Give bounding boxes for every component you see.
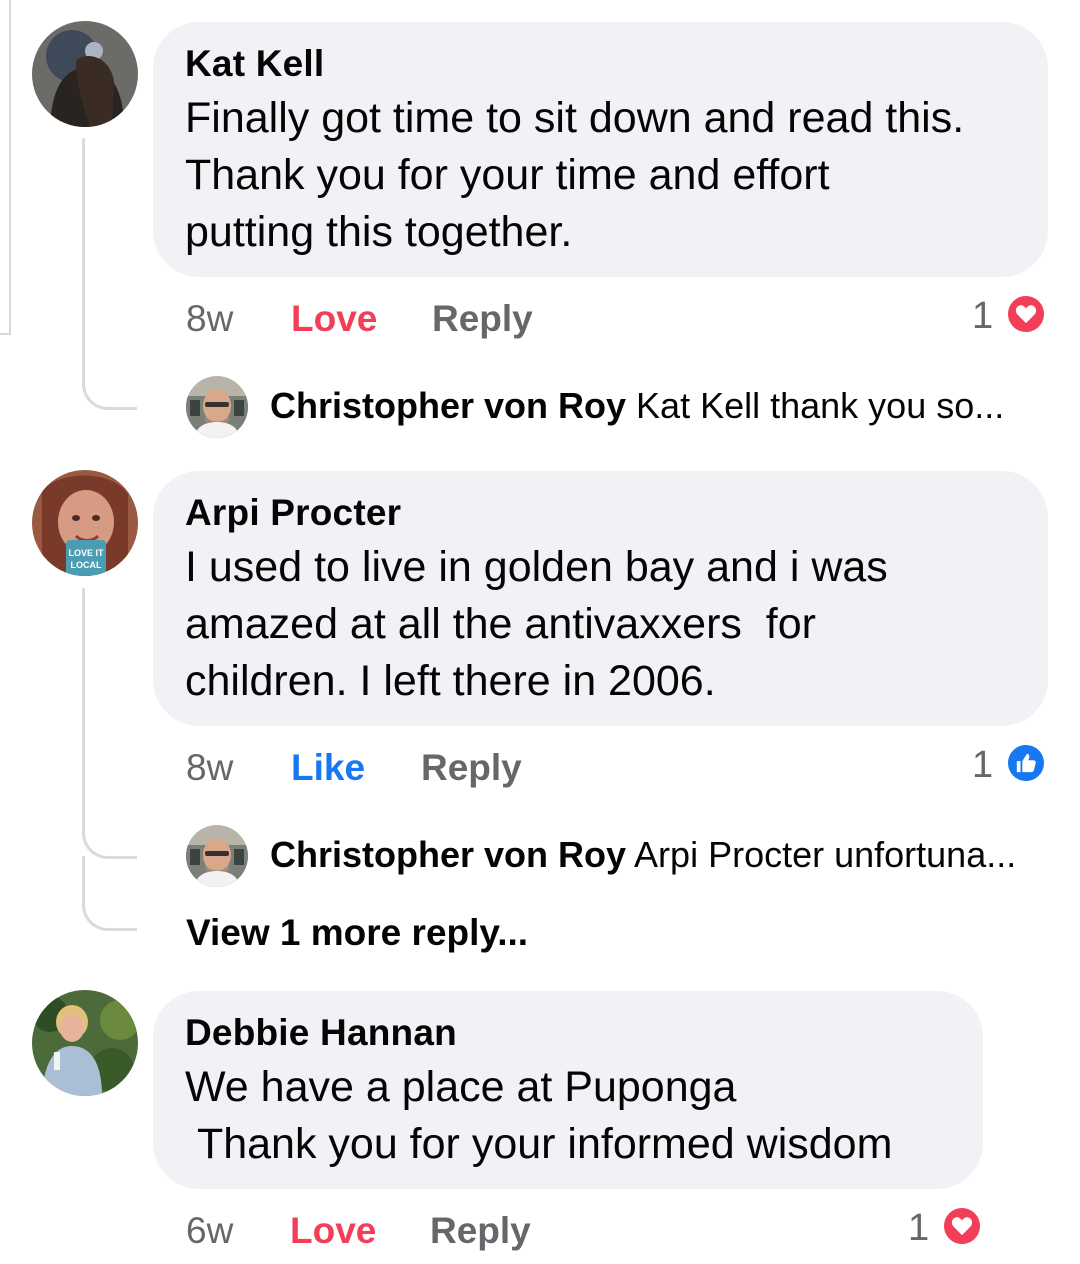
comment-author[interactable]: Kat Kell (185, 42, 1016, 86)
thread-elbow (82, 856, 137, 931)
reply-button[interactable]: Reply (432, 297, 533, 341)
reply-author[interactable]: Christopher von Roy (270, 385, 626, 426)
svg-text:LOCAL: LOCAL (71, 560, 102, 570)
reply-text: Arpi Procter unfortuna... (634, 834, 1017, 875)
thread-line (82, 138, 85, 368)
profile-photo (32, 21, 138, 127)
love-button[interactable]: Love (290, 1209, 376, 1253)
reaction-count[interactable]: 1 (908, 1206, 929, 1250)
avatar-christopher-von-roy[interactable] (186, 825, 248, 887)
left-edge-divider (9, 0, 11, 335)
reply-author[interactable]: Christopher von Roy (270, 834, 626, 875)
love-button[interactable]: Love (291, 297, 377, 341)
thread-elbow (82, 364, 137, 410)
reply-button[interactable]: Reply (421, 746, 522, 790)
comment-text: I used to live in golden bay and i was a… (185, 543, 888, 705)
profile-photo (186, 825, 248, 887)
reply-preview[interactable]: Christopher von Roy Arpi Procter unfortu… (270, 833, 1016, 877)
reply-text: Kat Kell thank you so... (636, 385, 1005, 426)
left-edge-divider-foot (0, 333, 11, 335)
reply-preview[interactable]: Christopher von Roy Kat Kell thank you s… (270, 384, 1004, 428)
reply-button[interactable]: Reply (430, 1209, 531, 1253)
comment-text: Finally got time to sit down and read th… (185, 94, 965, 256)
comment-author[interactable]: Arpi Procter (185, 491, 1016, 535)
avatar-christopher-von-roy[interactable] (186, 376, 248, 438)
comment-bubble[interactable]: Kat Kell Finally got time to sit down an… (153, 22, 1048, 277)
profile-photo: LOVE IT LOCAL (32, 470, 138, 576)
thumbs-up-icon (1005, 742, 1047, 784)
thread-elbow (82, 812, 137, 859)
svg-text:LOVE IT: LOVE IT (68, 548, 104, 558)
profile-photo (32, 990, 138, 1096)
avatar-kat-kell[interactable] (32, 21, 138, 127)
profile-photo (186, 376, 248, 438)
thread-line (82, 588, 85, 818)
comment-text: We have a place at Puponga Thank you for… (185, 1063, 893, 1168)
avatar-arpi-procter[interactable]: LOVE IT LOCAL (32, 470, 138, 576)
avatar-debbie-hannan[interactable] (32, 990, 138, 1096)
comment-timestamp[interactable]: 6w (186, 1209, 233, 1253)
comment-timestamp[interactable]: 8w (186, 297, 233, 341)
comment-bubble[interactable]: Debbie Hannan We have a place at Puponga… (153, 991, 983, 1189)
view-more-replies-link[interactable]: View 1 more reply... (186, 911, 528, 955)
reaction-count[interactable]: 1 (972, 294, 993, 338)
reaction-count[interactable]: 1 (972, 743, 993, 787)
like-button[interactable]: Like (291, 746, 365, 790)
comment-bubble[interactable]: Arpi Procter I used to live in golden ba… (153, 471, 1048, 726)
comment-timestamp[interactable]: 8w (186, 746, 233, 790)
comment-author[interactable]: Debbie Hannan (185, 1011, 951, 1055)
heart-icon (941, 1205, 983, 1247)
heart-icon (1005, 293, 1047, 335)
